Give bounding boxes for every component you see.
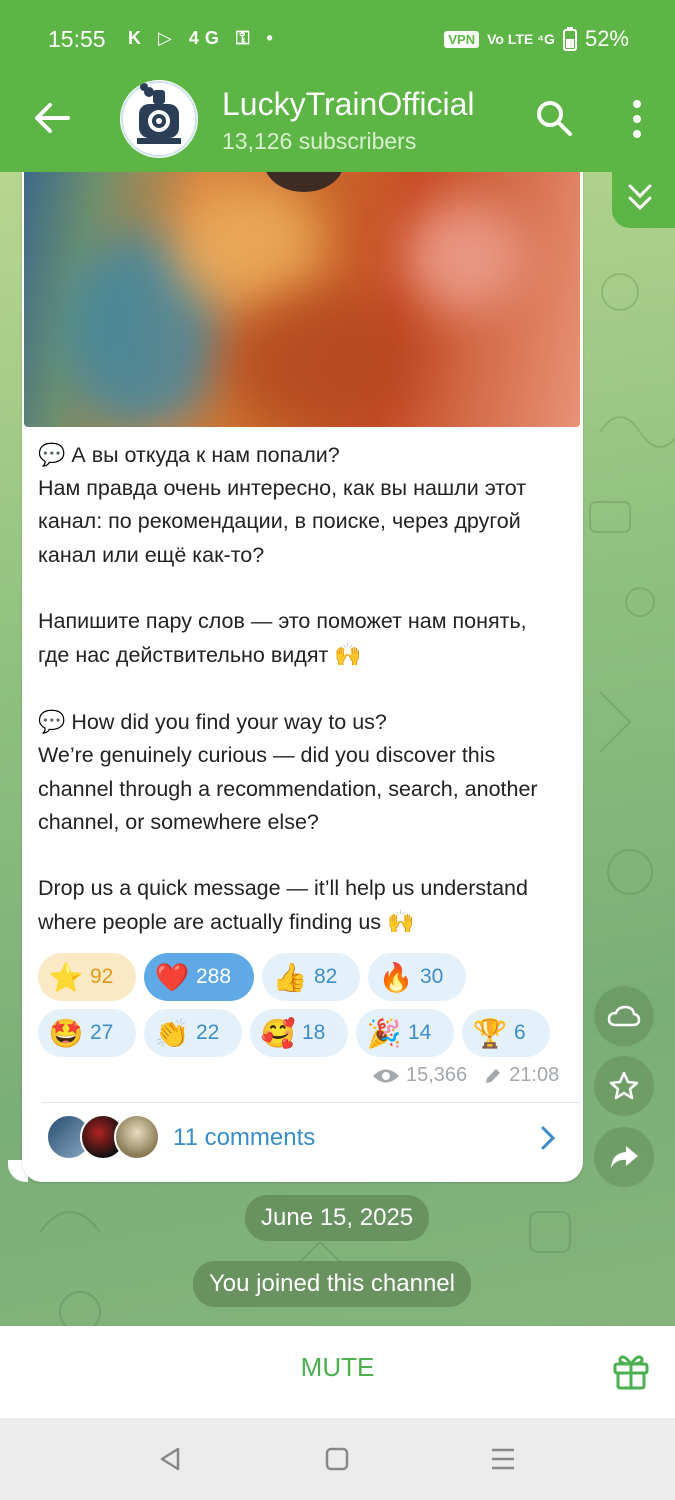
double-chevron-down-icon (628, 184, 652, 211)
reaction-count: 14 (408, 1021, 432, 1044)
heart-emoji-icon: ❤️ (154, 961, 190, 993)
system-navigation-bar (0, 1418, 675, 1500)
post-photo[interactable] (24, 172, 580, 427)
share-button[interactable] (594, 1127, 654, 1187)
fire-emoji-icon: 🔥 (378, 961, 414, 993)
battery-icon (562, 27, 577, 51)
en-cta: Drop us a quick message — it’ll help us … (38, 876, 528, 935)
reaction-clap[interactable]: 👏 22 (144, 1009, 242, 1057)
status-right: VPN Vo LTE ⁴G 52% (444, 26, 629, 52)
clap-emoji-icon: 👏 (154, 1017, 190, 1049)
reaction-count: 18 (302, 1021, 326, 1044)
app-header: 15:55 K ▷ 4G ⚿ • VPN Vo LTE ⁴G 52% Lucky… (0, 0, 675, 172)
reaction-star-struck[interactable]: 🤩 27 (38, 1009, 136, 1057)
nav-back-icon[interactable] (158, 1446, 182, 1472)
reaction-count: 288 (196, 965, 232, 988)
channel-avatar[interactable] (120, 80, 198, 158)
star-emoji-icon: ⭐ (48, 961, 84, 993)
favorite-button[interactable] (594, 1056, 654, 1116)
cloud-save-button[interactable] (594, 986, 654, 1046)
speech-bubble-icon: 💬 (38, 709, 66, 735)
vpn-icon: VPN (444, 30, 480, 48)
train-logo-icon (121, 81, 197, 157)
network-icon: Vo LTE ⁴G (487, 31, 555, 47)
reaction-thumbs-up[interactable]: 👍 82 (262, 953, 360, 1001)
battery-level: 52% (584, 26, 629, 51)
en-body: We’re genuinely curious — did you discov… (38, 743, 538, 834)
reaction-count: 92 (90, 965, 114, 988)
channel-title[interactable]: LuckyTrainOfficial (222, 86, 475, 123)
back-arrow-icon[interactable] (30, 96, 74, 140)
ru-cta: Напишите пару слов — это поможет нам пон… (38, 608, 527, 668)
eye-icon (373, 1069, 399, 1082)
reaction-heart[interactable]: ❤️ 288 (144, 953, 254, 1001)
status-notification-icons: K ▷ 4G ⚿ • (128, 28, 279, 48)
reaction-count: 82 (314, 965, 338, 988)
reaction-fire[interactable]: 🔥 30 (368, 953, 466, 1001)
date-separator: June 15, 2025 (245, 1195, 430, 1241)
reaction-star[interactable]: ⭐ 92 (38, 953, 136, 1001)
nav-recents-icon[interactable] (490, 1447, 516, 1471)
comments-divider (42, 1102, 580, 1103)
post-text: 💬 А вы откуда к нам попали? Нам правда о… (38, 438, 568, 939)
chevron-right-icon (541, 1126, 556, 1150)
view-count: 15,366 (406, 1064, 468, 1086)
edited-pencil-icon (486, 1068, 501, 1083)
ru-heading: А вы откуда к нам попали? (71, 443, 340, 467)
post-meta: 15,366 21:08 (372, 1064, 559, 1087)
cloud-icon (607, 1005, 641, 1027)
post-time: 21:08 (509, 1064, 560, 1086)
raised-hands-icon: 🙌 (334, 642, 362, 668)
star-struck-emoji-icon: 🤩 (48, 1017, 84, 1049)
nav-home-icon[interactable] (325, 1447, 349, 1471)
speech-bubble-icon: 💬 (38, 442, 66, 467)
search-icon[interactable] (534, 98, 574, 138)
bottom-bar: MUTE (0, 1326, 675, 1418)
ru-body: Нам правда очень интересно, как вы нашли… (38, 476, 527, 567)
reaction-count: 22 (196, 1021, 220, 1044)
status-bar: 15:55 K ▷ 4G ⚿ • VPN Vo LTE ⁴G 52% (0, 0, 675, 78)
thumbs-up-emoji-icon: 👍 (272, 961, 308, 993)
star-icon (609, 1071, 639, 1100)
reaction-trophy[interactable]: 🏆 6 (462, 1009, 550, 1057)
subscriber-count: 13,126 subscribers (222, 128, 417, 154)
reaction-party[interactable]: 🎉 14 (356, 1009, 454, 1057)
reaction-count: 27 (90, 1021, 114, 1044)
party-popper-emoji-icon: 🎉 (366, 1017, 402, 1049)
mute-button[interactable]: MUTE (0, 1352, 675, 1383)
en-heading: How did you find your way to us? (71, 710, 387, 735)
status-time: 15:55 (48, 26, 106, 52)
gift-icon[interactable] (610, 1350, 652, 1392)
reaction-count: 6 (514, 1021, 526, 1044)
smiling-hearts-emoji-icon: 🥰 (260, 1017, 296, 1049)
trophy-emoji-icon: 🏆 (472, 1017, 508, 1049)
raised-hands-icon: 🙌 (387, 909, 415, 935)
scroll-to-bottom-button[interactable] (612, 172, 675, 228)
reaction-count: 30 (420, 965, 444, 988)
reaction-smiling-hearts[interactable]: 🥰 18 (250, 1009, 348, 1057)
comments-button[interactable]: 11 comments (42, 1110, 580, 1168)
comments-count: 11 comments (173, 1124, 316, 1151)
commenter-avatar (114, 1114, 160, 1160)
more-options-icon[interactable] (620, 98, 654, 140)
joined-service-message: You joined this channel (193, 1261, 471, 1307)
share-arrow-icon (611, 1146, 638, 1168)
